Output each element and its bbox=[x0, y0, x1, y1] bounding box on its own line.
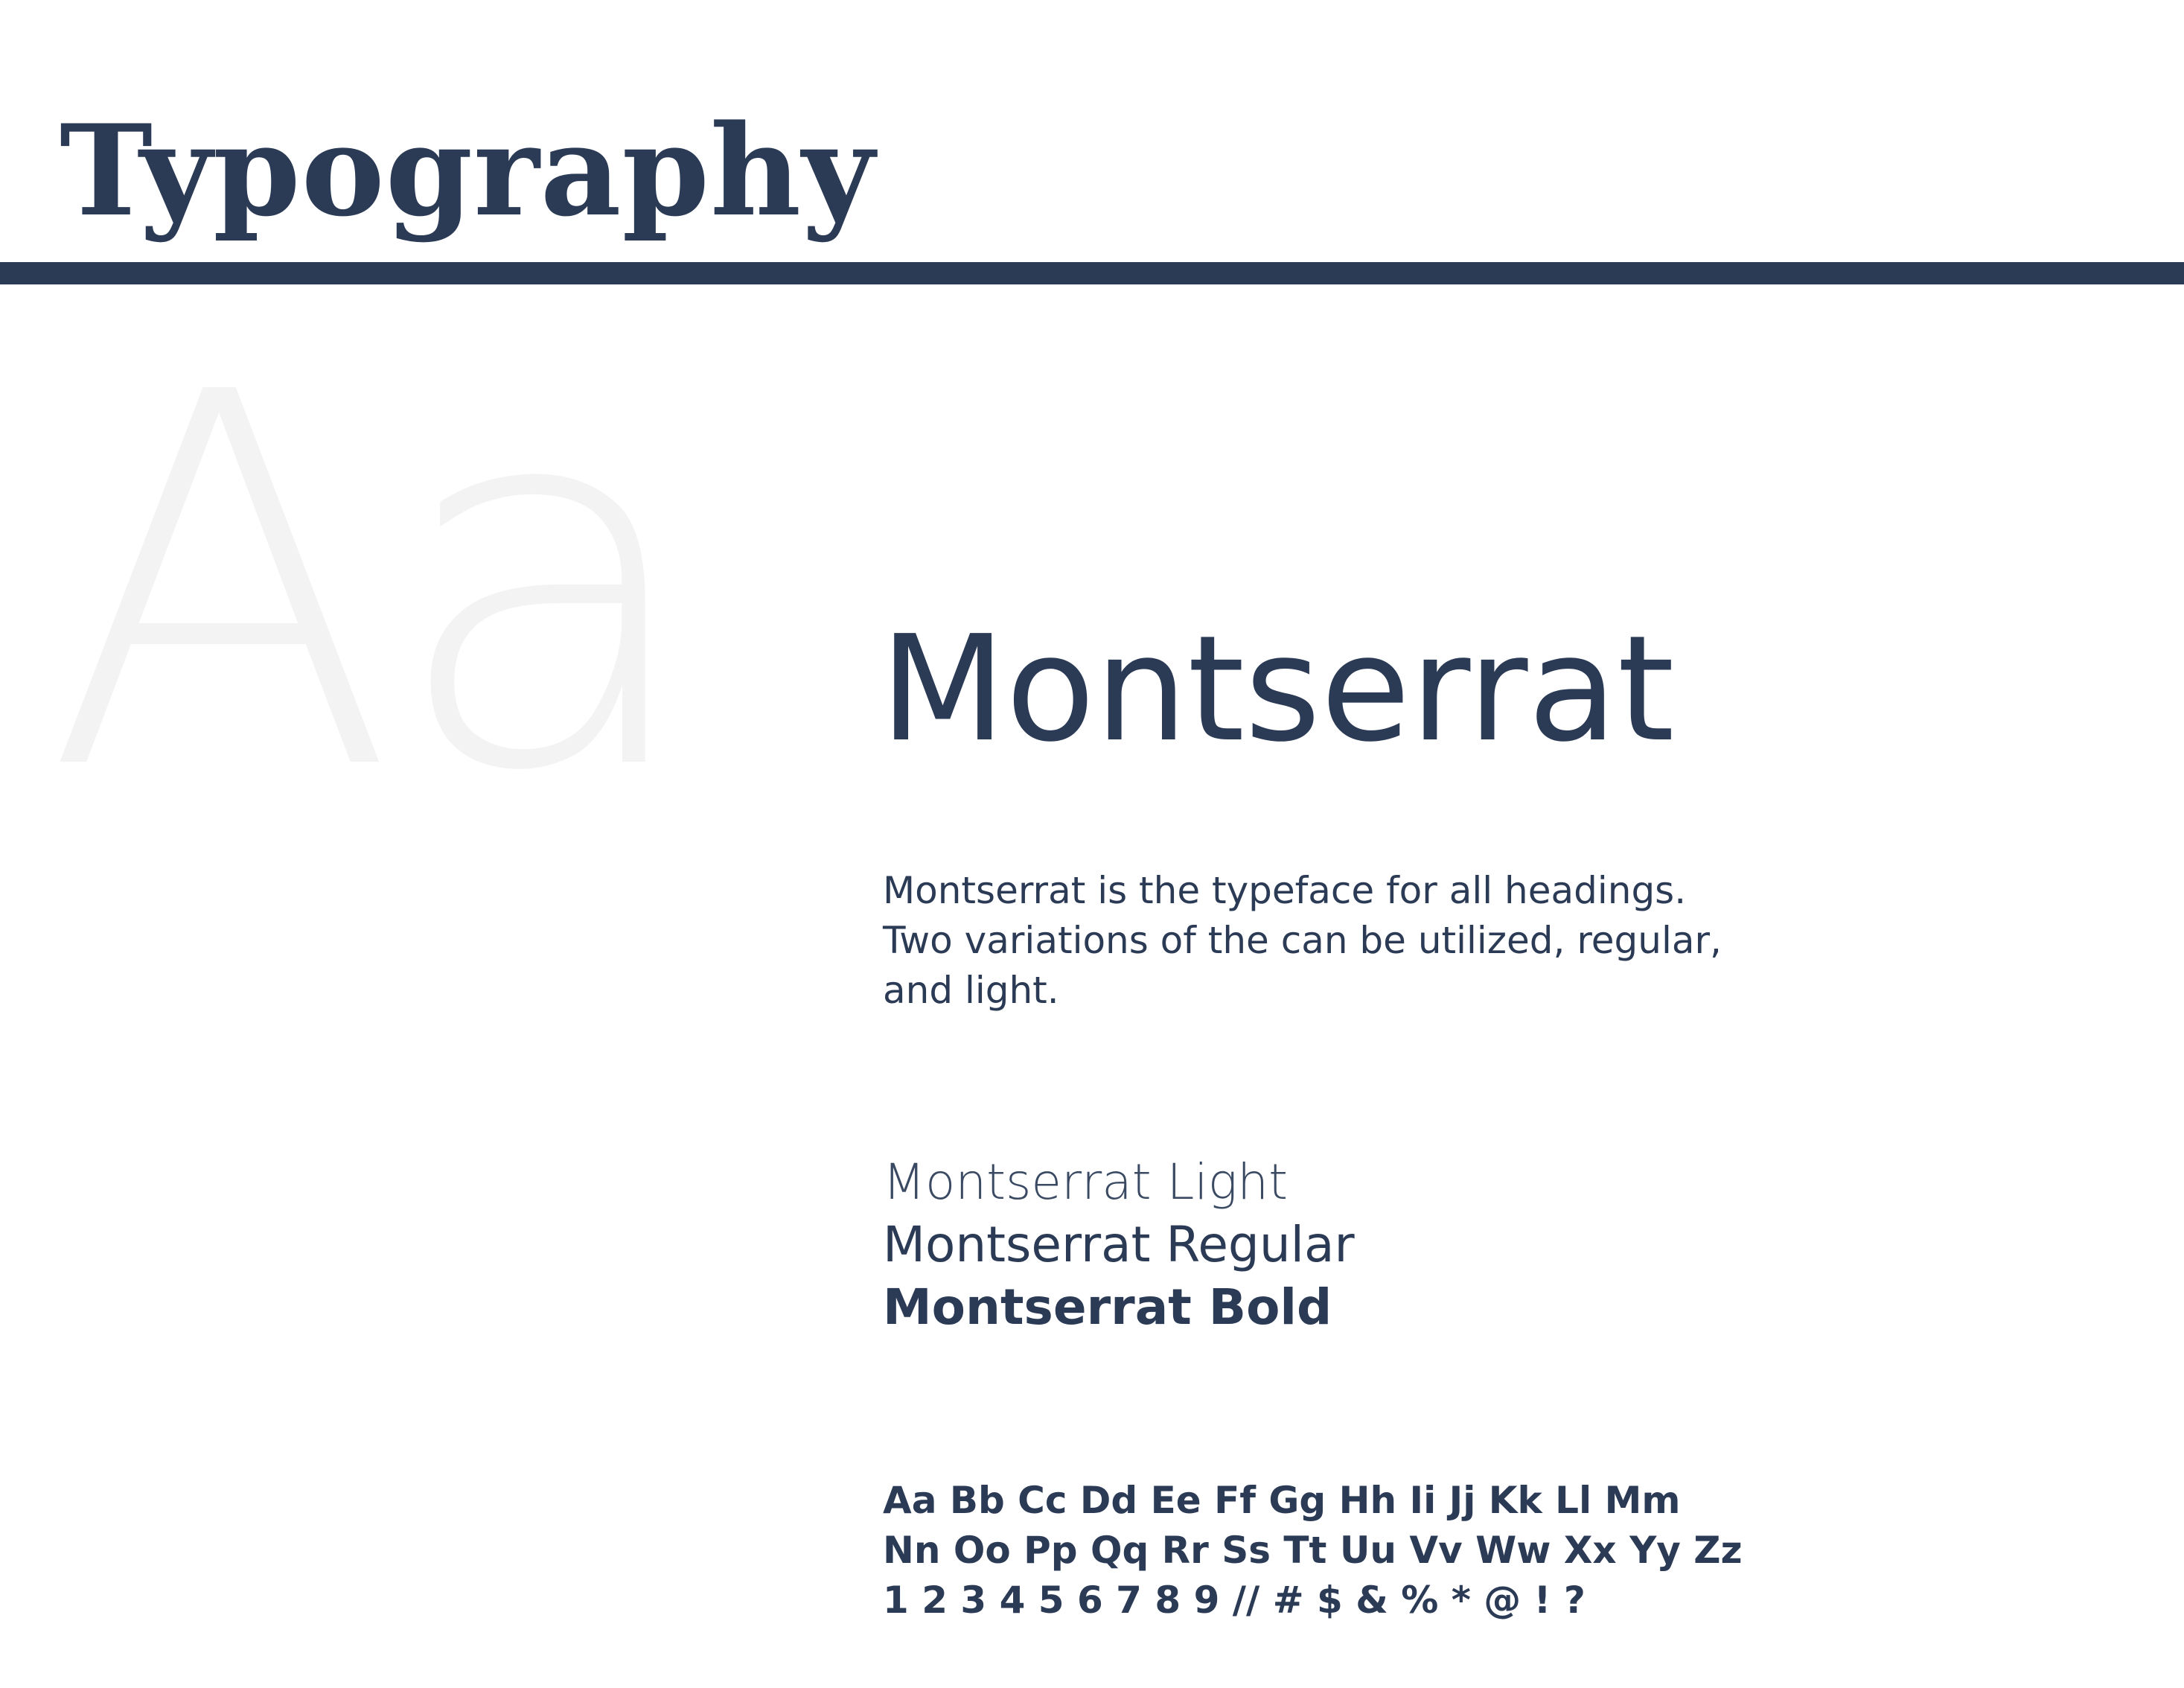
title-divider bbox=[0, 262, 2184, 284]
font-weights-list: Montserrat Light Montserrat Regular Mont… bbox=[883, 1151, 1355, 1339]
weight-regular-sample: Montserrat Regular bbox=[883, 1216, 1355, 1273]
weight-light-sample: Montserrat Light bbox=[883, 1153, 1289, 1211]
charset-uppercase-lowercase-line: Nn Oo Pp Qq Rr Ss Tt Uu Vv Ww Xx Yy Zz bbox=[883, 1529, 1743, 1572]
description-line: Montserrat is the typeface for all headi… bbox=[883, 869, 1687, 912]
font-description: Montserrat is the typeface for all headi… bbox=[883, 866, 1851, 1016]
watermark-glyphs: Aa bbox=[45, 285, 703, 883]
font-name-heading: Montserrat bbox=[880, 605, 1675, 774]
page-title: Typography bbox=[60, 97, 875, 244]
character-set: Aa Bb Cc Dd Ee Ff Gg Hh Ii Jj Kk Ll Mm N… bbox=[883, 1476, 1743, 1625]
description-line: and light. bbox=[883, 969, 1059, 1012]
charset-uppercase-lowercase-line: Aa Bb Cc Dd Ee Ff Gg Hh Ii Jj Kk Ll Mm bbox=[883, 1479, 1681, 1522]
weight-bold-sample: Montserrat Bold bbox=[883, 1278, 1332, 1336]
charset-numerals-symbols-line: 1 2 3 4 5 6 7 8 9 // # $ & % * @ ! ? bbox=[883, 1579, 1586, 1622]
description-line: Two variations of the can be utilized, r… bbox=[883, 919, 1722, 962]
